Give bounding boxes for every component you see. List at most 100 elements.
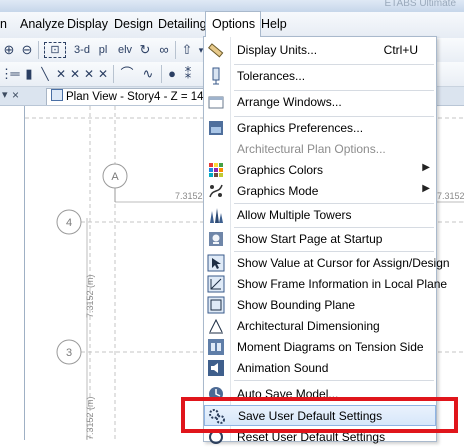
menu-item-show-start-page[interactable]: Show Start Page at Startup — [204, 229, 436, 250]
view-3d-button[interactable]: 3-d — [70, 41, 94, 59]
menu-item-graphics-preferences[interactable]: Graphics Preferences... — [204, 118, 436, 139]
menu-separator — [234, 227, 434, 228]
graphics-pref-icon — [209, 121, 223, 135]
tab-plan-view[interactable]: Plan View - Story4 - Z = 14.6304 (m) — [46, 88, 208, 105]
menu-item-label: Architectural Plan Options... — [237, 142, 386, 156]
menu-item-design[interactable]: Design — [114, 17, 153, 31]
submenu-arrow-icon: ▶ — [422, 183, 430, 194]
menu-item-graphics-colors[interactable]: Graphics Colors ▶ — [204, 160, 436, 181]
menu-item-show-value-at-cursor[interactable]: Show Value at Cursor for Assign/Design — [204, 253, 450, 274]
toolbar-separator — [175, 41, 176, 59]
options-menu: Display Units... Ctrl+U Tolerances... Ar… — [203, 36, 450, 444]
draw-wall-icon[interactable]: ✕ — [68, 65, 82, 83]
color-grid-icon — [209, 163, 223, 177]
menu-separator — [234, 64, 434, 65]
pointer-icon[interactable]: ═ — [8, 65, 22, 83]
menu-item-label: Allow Multiple Towers — [237, 208, 352, 222]
menu-item-label: Graphics Preferences... — [237, 121, 364, 135]
menu-item-detailing[interactable]: Detailing — [158, 17, 207, 31]
zoom-out-icon[interactable]: ⊖ — [20, 41, 34, 59]
menu-item-label: Reset User Default Settings — [237, 430, 386, 444]
menu-item-label: Show Bounding Plane — [237, 298, 356, 312]
bounding-plane-icon — [207, 296, 225, 314]
plan-view-button[interactable]: pl — [94, 41, 112, 59]
submenu-arrow-icon: ▶ — [422, 162, 430, 173]
shortcut-label: Ctrl+U — [383, 43, 418, 57]
menu-item-display[interactable]: Display — [67, 17, 108, 31]
zoom-window-icon[interactable]: ⊡ — [44, 42, 66, 58]
zoom-in-icon[interactable]: ⊕ — [2, 41, 16, 59]
menu-item-label: Graphics Colors — [237, 163, 324, 177]
menu-item-label: Moment Diagrams on Tension Side — [237, 340, 424, 354]
panel-close-button[interactable]: × — [12, 88, 19, 102]
menu-bar: n Analyze Display Design Detailing Optio… — [0, 11, 464, 39]
window-title: ETABS Ultimate — [384, 0, 457, 9]
menu-item-analysis-partial[interactable]: n — [0, 17, 7, 31]
panel-dropdown-icon[interactable]: ▾ — [2, 88, 8, 101]
dimension-text-vertical-1: 7.3152 (m) — [85, 274, 95, 318]
menu-item-options[interactable]: Options — [205, 11, 262, 37]
model-explorer-panel — [0, 106, 25, 440]
tab-plan-view-label: Plan View - Story4 - Z = 14.6304 (m) — [66, 91, 207, 103]
auto-save-icon — [209, 387, 223, 401]
menu-separator — [234, 116, 434, 117]
draw-brace-icon[interactable]: ✕ — [54, 65, 68, 83]
draw-spring-icon[interactable]: ✕ — [96, 65, 110, 83]
ruler-icon — [208, 43, 224, 58]
menu-item-auto-save-model[interactable]: Auto Save Model... — [204, 384, 436, 405]
menu-separator — [234, 203, 434, 204]
elevation-view-button[interactable]: elv — [114, 41, 136, 59]
grid-bubble-3-label: 3 — [66, 347, 72, 359]
sound-icon — [208, 360, 224, 376]
grid-bubble-a-label: A — [111, 171, 119, 183]
windows-icon — [208, 96, 224, 109]
menu-item-analyze[interactable]: Analyze — [20, 17, 64, 31]
draw-link-icon[interactable]: ✕ — [82, 65, 96, 83]
tolerance-icon — [212, 67, 220, 85]
glasses-icon[interactable]: ∞ — [156, 41, 172, 59]
slab-icon[interactable]: ▮ — [22, 65, 36, 83]
start-page-icon — [209, 232, 223, 246]
menu-separator — [234, 380, 434, 381]
toolbar-separator — [161, 65, 162, 83]
move-up-icon[interactable]: ⇧ — [180, 41, 194, 59]
frame-info-icon — [207, 275, 225, 293]
menu-separator — [234, 90, 434, 91]
menu-item-save-user-default-settings[interactable]: Save User Default Settings — [204, 405, 436, 426]
toolbar-separator — [113, 65, 114, 83]
rotate-icon[interactable]: ↻ — [138, 41, 152, 59]
menu-item-tolerances[interactable]: Tolerances... — [204, 66, 436, 87]
reset-settings-icon — [209, 430, 223, 444]
menu-item-allow-multiple-towers[interactable]: Allow Multiple Towers — [204, 205, 436, 226]
menu-item-display-units[interactable]: Display Units... Ctrl+U — [204, 40, 436, 61]
menu-item-help[interactable]: Help — [261, 17, 287, 31]
menu-item-animation-sound[interactable]: Animation Sound — [204, 358, 436, 379]
menu-item-label: Show Frame Information in Local Plane — [237, 277, 448, 291]
menu-item-graphics-mode[interactable]: Graphics Mode ▶ — [204, 181, 436, 202]
menu-item-label: Show Value at Cursor for Assign/Design — [237, 256, 450, 270]
menu-item-reset-user-default-settings[interactable]: Reset User Default Settings — [204, 427, 436, 448]
menu-item-show-bounding-plane[interactable]: Show Bounding Plane — [204, 295, 436, 316]
menu-item-architectural-plan-options: Architectural Plan Options... — [204, 139, 436, 160]
wave-icon[interactable]: ∿ — [138, 65, 158, 83]
draw-beam-icon[interactable]: ╲ — [38, 65, 52, 83]
toolbar-grip-icon: ⋮ — [0, 66, 13, 81]
menu-item-label: Arrange Windows... — [237, 95, 342, 109]
spring-support-icon[interactable]: ⁑ — [180, 65, 196, 83]
menu-item-label: Tolerances... — [237, 69, 306, 83]
curve-icon[interactable]: ⌒ — [118, 65, 136, 83]
menu-item-label: Animation Sound — [237, 361, 329, 375]
menu-item-arrange-windows[interactable]: Arrange Windows... — [204, 92, 436, 113]
toolbar-separator — [38, 41, 39, 59]
menu-item-label: Auto Save Model... — [237, 387, 339, 401]
moment-diagram-icon — [208, 339, 224, 355]
grid-bubble-4-label: 4 — [66, 217, 72, 229]
menu-item-show-frame-information[interactable]: Show Frame Information in Local Plane — [204, 274, 447, 295]
menu-item-moment-diagrams[interactable]: Moment Diagrams on Tension Side — [204, 337, 436, 358]
graphics-mode-icon — [209, 184, 223, 198]
save-settings-icon — [209, 409, 225, 424]
arch-dim-icon — [209, 318, 223, 334]
point-icon[interactable]: ● — [165, 65, 179, 83]
menu-separator — [234, 251, 434, 252]
menu-item-architectural-dimensioning[interactable]: Architectural Dimensioning — [204, 316, 436, 337]
